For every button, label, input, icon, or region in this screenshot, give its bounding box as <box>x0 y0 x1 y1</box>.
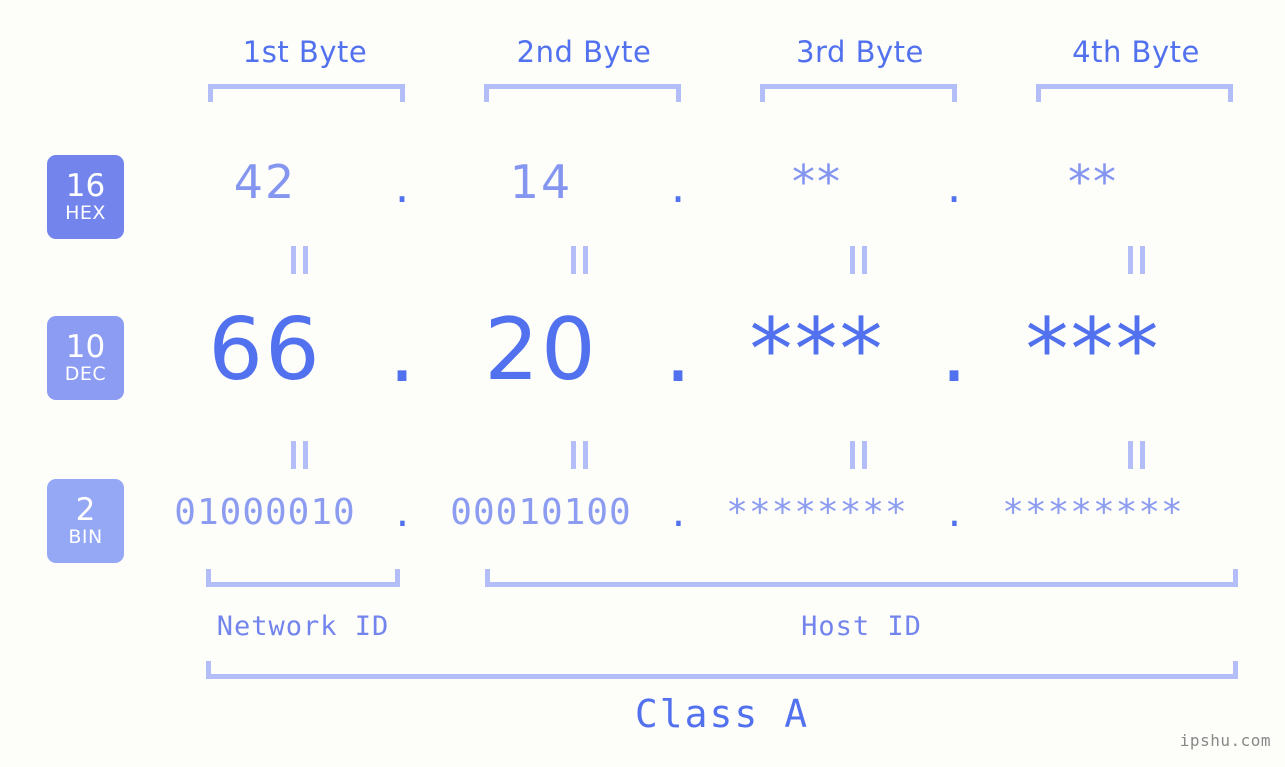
radix-badge-hex-number: 16 <box>65 167 106 204</box>
byte-label-3: 3rd Byte <box>796 35 924 69</box>
hex-octet-2: 14 <box>509 155 573 209</box>
equals-mark-hex-dec-1 <box>288 246 310 274</box>
byte-bracket-4 <box>1036 84 1233 102</box>
radix-badge-bin-label: BIN <box>68 525 103 548</box>
equals-mark-hex-dec-2 <box>568 246 590 274</box>
hex-octet-4: ** <box>1068 155 1118 209</box>
dec-separator-2: . <box>664 302 694 402</box>
dec-separator-1: . <box>388 302 418 402</box>
bin-octet-3: ******** <box>726 492 908 533</box>
equals-mark-dec-bin-3 <box>847 441 869 469</box>
radix-badge-dec-number: 10 <box>65 328 106 365</box>
network-id-label: Network ID <box>216 611 390 642</box>
hex-separator-2: . <box>670 159 688 213</box>
host-id-label: Host ID <box>801 611 922 642</box>
bin-octet-2: 00010100 <box>450 492 632 533</box>
ip-address-breakdown-diagram: 1st Byte 2nd Byte 3rd Byte 4th Byte 16 H… <box>0 0 1285 767</box>
equals-mark-hex-dec-3 <box>847 246 869 274</box>
hex-separator-3: . <box>946 159 964 213</box>
bin-separator-2: . <box>667 494 691 535</box>
byte-bracket-1 <box>208 84 405 102</box>
radix-badge-hex-label: HEX <box>65 201 106 224</box>
hex-separator-1: . <box>394 159 412 213</box>
radix-badge-hex: 16 HEX <box>47 155 124 239</box>
class-label: Class A <box>634 692 810 736</box>
network-id-bracket <box>206 569 400 587</box>
dec-octet-1: 66 <box>208 300 322 400</box>
byte-bracket-2 <box>484 84 681 102</box>
dec-octet-3: *** <box>749 300 885 400</box>
radix-badge-bin: 2 BIN <box>47 479 124 563</box>
radix-badge-dec: 10 DEC <box>47 316 124 400</box>
dec-separator-3: . <box>940 302 970 402</box>
equals-mark-dec-bin-1 <box>288 441 310 469</box>
bin-value-row: 01000010 . 00010100 . ******** . *******… <box>150 492 1260 546</box>
hex-value-row: 42 . 14 . ** . ** <box>150 155 1260 225</box>
equals-mark-hex-dec-4 <box>1125 246 1147 274</box>
radix-badge-bin-number: 2 <box>75 491 96 528</box>
bin-separator-1: . <box>391 494 415 535</box>
byte-label-1: 1st Byte <box>242 35 368 69</box>
bin-separator-3: . <box>943 494 967 535</box>
bin-octet-1: 01000010 <box>174 492 356 533</box>
radix-badge-dec-label: DEC <box>64 362 107 385</box>
dec-octet-2: 20 <box>484 300 598 400</box>
dec-octet-4: *** <box>1025 300 1161 400</box>
byte-bracket-3 <box>760 84 957 102</box>
byte-label-4: 4th Byte <box>1072 35 1200 69</box>
class-bracket <box>206 661 1238 679</box>
host-id-bracket <box>485 569 1238 587</box>
equals-mark-dec-bin-4 <box>1125 441 1147 469</box>
byte-label-2: 2nd Byte <box>516 35 652 69</box>
equals-mark-dec-bin-2 <box>568 441 590 469</box>
dec-value-row: 66 . 20 . *** . *** <box>150 300 1260 410</box>
watermark: ipshu.com <box>1179 731 1271 750</box>
hex-octet-1: 42 <box>233 155 297 209</box>
bin-octet-4: ******** <box>1002 492 1184 533</box>
hex-octet-3: ** <box>792 155 842 209</box>
